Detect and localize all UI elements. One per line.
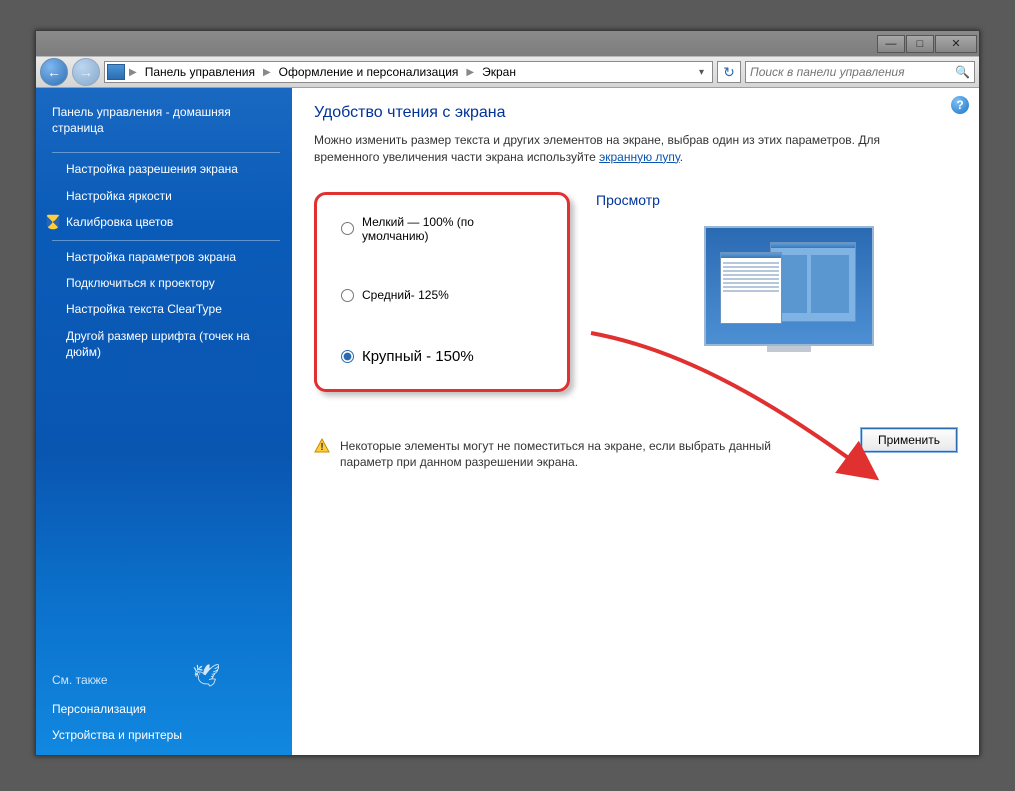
option-large[interactable]: Крупный - 150%: [341, 348, 535, 365]
page-description: Можно изменить размер текста и других эл…: [314, 132, 924, 166]
sidebar-item-color-calibration[interactable]: Калибровка цветов: [52, 214, 280, 230]
maximize-button[interactable]: □: [906, 35, 934, 53]
bird-icon: 🕊: [192, 663, 220, 689]
forward-button[interactable]: →: [72, 58, 100, 86]
label-medium: Средний- 125%: [362, 288, 449, 302]
sidebar-item-cleartype[interactable]: Настройка текста ClearType: [52, 301, 280, 317]
address-bar[interactable]: ▶ Панель управления ▶ Оформление и персо…: [104, 61, 713, 83]
radio-small[interactable]: [341, 222, 354, 235]
chevron-right-icon[interactable]: ▶: [127, 67, 139, 78]
sidebar-separator: [52, 152, 280, 153]
titlebar: — □ ✕: [36, 31, 979, 56]
warning-icon: !: [314, 438, 330, 454]
sidebar-item-display-settings[interactable]: Настройка параметров экрана: [52, 249, 280, 265]
control-panel-icon: [107, 64, 125, 80]
preview-monitor-icon: [704, 226, 874, 346]
option-small[interactable]: Мелкий — 100% (по умолчанию): [341, 215, 535, 243]
sidebar-item-devices-printers[interactable]: Устройства и принтеры: [52, 727, 280, 743]
label-large: Крупный - 150%: [362, 348, 474, 365]
scale-options-group: Мелкий — 100% (по умолчанию) Средний- 12…: [314, 192, 570, 392]
radio-large[interactable]: [341, 350, 354, 363]
search-box[interactable]: 🔍: [745, 61, 975, 83]
sidebar-item-resolution[interactable]: Настройка разрешения экрана: [52, 161, 280, 177]
chevron-right-icon[interactable]: ▶: [464, 67, 476, 78]
address-dropdown-icon[interactable]: ▾: [693, 67, 710, 78]
sidebar-home-link[interactable]: Панель управления - домашняя страница: [52, 102, 280, 148]
sidebar-item-projector[interactable]: Подключиться к проектору: [52, 275, 280, 291]
sidebar-item-personalization[interactable]: Персонализация: [52, 701, 280, 717]
search-icon: 🔍: [955, 65, 970, 79]
search-input[interactable]: [750, 65, 955, 79]
svg-text:!: !: [320, 442, 323, 453]
sidebar-item-brightness[interactable]: Настройка яркости: [52, 188, 280, 204]
help-icon[interactable]: ?: [951, 96, 969, 114]
magnifier-link[interactable]: экранную лупу: [599, 150, 680, 164]
back-button[interactable]: ←: [40, 58, 68, 86]
radio-medium[interactable]: [341, 289, 354, 302]
minimize-button[interactable]: —: [877, 35, 905, 53]
sidebar-separator: [52, 240, 280, 241]
page-title: Удобство чтения с экрана: [314, 104, 961, 122]
chevron-right-icon[interactable]: ▶: [261, 67, 273, 78]
sidebar: Панель управления - домашняя страница На…: [36, 88, 292, 755]
option-medium[interactable]: Средний- 125%: [341, 288, 535, 302]
refresh-button[interactable]: ↻: [717, 61, 741, 83]
control-panel-window: — □ ✕ ← → ▶ Панель управления ▶ Оформлен…: [35, 30, 980, 756]
breadcrumb-root[interactable]: Панель управления: [141, 63, 259, 81]
label-small: Мелкий — 100% (по умолчанию): [362, 215, 535, 243]
content-area: ? Удобство чтения с экрана Можно изменит…: [292, 88, 979, 755]
toolbar: ← → ▶ Панель управления ▶ Оформление и п…: [36, 56, 979, 88]
close-button[interactable]: ✕: [935, 35, 977, 53]
warning-text: Некоторые элементы могут не поместиться …: [340, 438, 810, 472]
breadcrumb-level2[interactable]: Экран: [478, 63, 520, 81]
apply-button[interactable]: Применить: [861, 428, 957, 452]
sidebar-item-custom-dpi[interactable]: Другой размер шрифта (точек на дюйм): [52, 328, 280, 360]
preview-header: Просмотр: [594, 192, 961, 208]
preview-area: Просмотр: [594, 192, 961, 392]
breadcrumb-level1[interactable]: Оформление и персонализация: [275, 63, 463, 81]
see-also-header: См. также 🕊: [52, 673, 280, 687]
